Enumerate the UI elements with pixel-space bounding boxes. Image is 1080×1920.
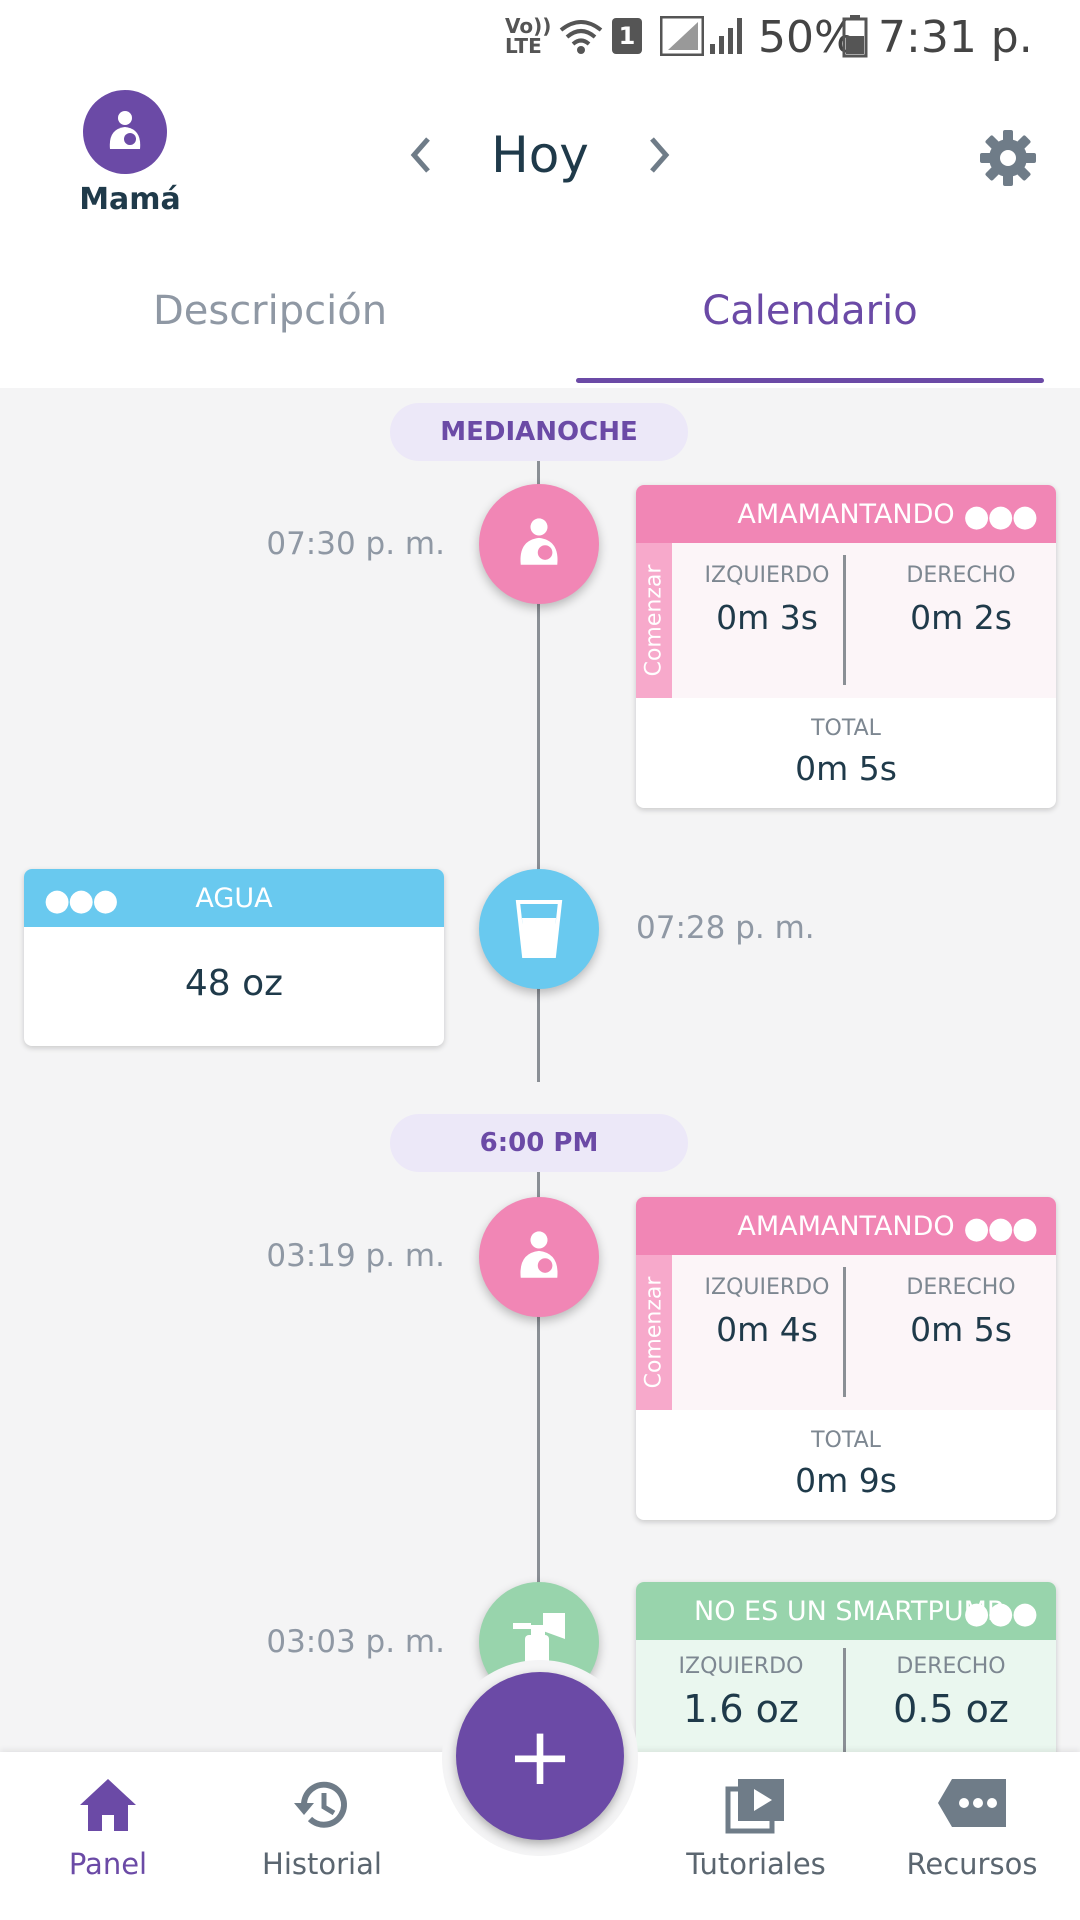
total-label: TOTAL xyxy=(811,716,881,741)
left-value: 1.6 oz xyxy=(683,1687,799,1731)
gear-icon xyxy=(980,130,1036,186)
water-value: 48 oz xyxy=(184,963,284,1004)
card-title: AGUA xyxy=(195,882,273,914)
nav-label: Tutoriales xyxy=(686,1847,826,1881)
card-title: AMAMANTANDO xyxy=(737,498,955,530)
section-label: 6:00 PM xyxy=(390,1114,688,1172)
divider xyxy=(843,1267,846,1397)
signal-bars-icon xyxy=(710,18,742,54)
more-options-button[interactable]: ●●● xyxy=(44,883,119,918)
right-value: 0m 2s xyxy=(910,598,1012,637)
signal-icon xyxy=(660,16,704,56)
nav-label: Historial xyxy=(262,1847,382,1881)
card-header: ●●● AGUA xyxy=(24,869,444,927)
total-value: 0m 9s xyxy=(795,1461,897,1500)
entry-time: 07:28 p. m. xyxy=(636,910,815,946)
tab-calendario[interactable]: Calendario xyxy=(540,288,1080,334)
nursing-entry-icon[interactable] xyxy=(479,1197,599,1317)
left-value: 0m 4s xyxy=(716,1310,818,1349)
nursing-mother-icon xyxy=(109,111,141,149)
card-title: AMAMANTANDO xyxy=(737,1210,955,1242)
wifi-icon xyxy=(559,20,603,54)
chevron-right-icon xyxy=(650,137,670,173)
nav-panel[interactable]: Panel xyxy=(8,1775,208,1881)
profile-avatar[interactable] xyxy=(83,90,167,174)
date-title: Hoy xyxy=(491,126,589,184)
total-label: TOTAL xyxy=(811,1428,881,1453)
chat-icon xyxy=(938,1779,1006,1827)
nursing-entry-icon[interactable] xyxy=(479,484,599,604)
next-day-button[interactable] xyxy=(634,130,684,180)
add-entry-button[interactable]: + xyxy=(456,1672,624,1840)
previous-day-button[interactable] xyxy=(396,130,446,180)
sim-badge: 1 xyxy=(612,18,642,54)
left-label: IZQUIERDO xyxy=(704,1275,830,1300)
card-header: AMAMANTANDO ●●● xyxy=(636,485,1056,543)
nursing-card[interactable]: AMAMANTANDO ●●● Comenzar IZQUIERDO 0m 4s… xyxy=(636,1197,1056,1520)
left-label: IZQUIERDO xyxy=(678,1654,804,1679)
water-card[interactable]: ●●● AGUA 48 oz xyxy=(24,869,444,1046)
water-entry-icon[interactable] xyxy=(479,869,599,989)
entry-time: 03:03 p. m. xyxy=(266,1624,445,1660)
right-label: DERECHO xyxy=(906,563,1016,588)
nav-label: Recursos xyxy=(906,1847,1038,1881)
right-label: DERECHO xyxy=(906,1275,1016,1300)
settings-button[interactable] xyxy=(978,128,1038,188)
card-title: NO ES UN SMARTPUMP xyxy=(694,1595,1004,1627)
more-options-button[interactable]: ●●● xyxy=(963,1596,1038,1631)
card-header: NO ES UN SMARTPUMP ●●● xyxy=(636,1582,1056,1640)
total-value: 0m 5s xyxy=(795,749,897,788)
right-value: 0.5 oz xyxy=(893,1687,1009,1731)
nav-label: Panel xyxy=(68,1847,148,1881)
entry-time: 07:30 p. m. xyxy=(266,526,445,562)
more-options-button[interactable]: ●●● xyxy=(963,499,1038,534)
divider xyxy=(843,555,846,685)
entry-time: 03:19 p. m. xyxy=(266,1238,445,1274)
nursing-mother-icon xyxy=(520,1231,558,1278)
nav-historial[interactable]: Historial xyxy=(222,1775,422,1881)
battery-icon xyxy=(842,15,868,58)
nursing-mother-icon xyxy=(520,518,558,565)
more-options-button[interactable]: ●●● xyxy=(963,1211,1038,1246)
start-side-tab: Comenzar xyxy=(636,1255,672,1410)
right-label: DERECHO xyxy=(896,1654,1006,1679)
water-glass-icon xyxy=(515,900,563,958)
nursing-card[interactable]: AMAMANTANDO ●●● Comenzar IZQUIERDO 0m 3s… xyxy=(636,485,1056,808)
chevron-left-icon xyxy=(410,137,430,173)
left-value: 0m 3s xyxy=(716,598,818,637)
tab-descripcion[interactable]: Descripción xyxy=(0,288,540,334)
video-icon xyxy=(725,1779,784,1834)
profile-name[interactable]: Mamá xyxy=(60,182,200,217)
section-label: MEDIANOCHE xyxy=(390,403,688,461)
left-label: IZQUIERDO xyxy=(704,563,830,588)
active-tab-indicator xyxy=(576,378,1044,383)
pump-card[interactable]: NO ES UN SMARTPUMP ●●● IZQUIERDO 1.6 oz … xyxy=(636,1582,1056,1762)
right-value: 0m 5s xyxy=(910,1310,1012,1349)
card-header: AMAMANTANDO ●●● xyxy=(636,1197,1056,1255)
home-icon xyxy=(80,1779,136,1831)
nav-tutoriales[interactable]: Tutoriales xyxy=(656,1775,856,1881)
nav-recursos[interactable]: Recursos xyxy=(872,1775,1072,1881)
history-icon xyxy=(294,1781,347,1828)
start-side-tab: Comenzar xyxy=(636,543,672,698)
status-bar: Vo)) LTE 1 50% 7:31 p. m. xyxy=(0,0,1080,114)
network-label: Vo)) LTE xyxy=(505,14,552,58)
